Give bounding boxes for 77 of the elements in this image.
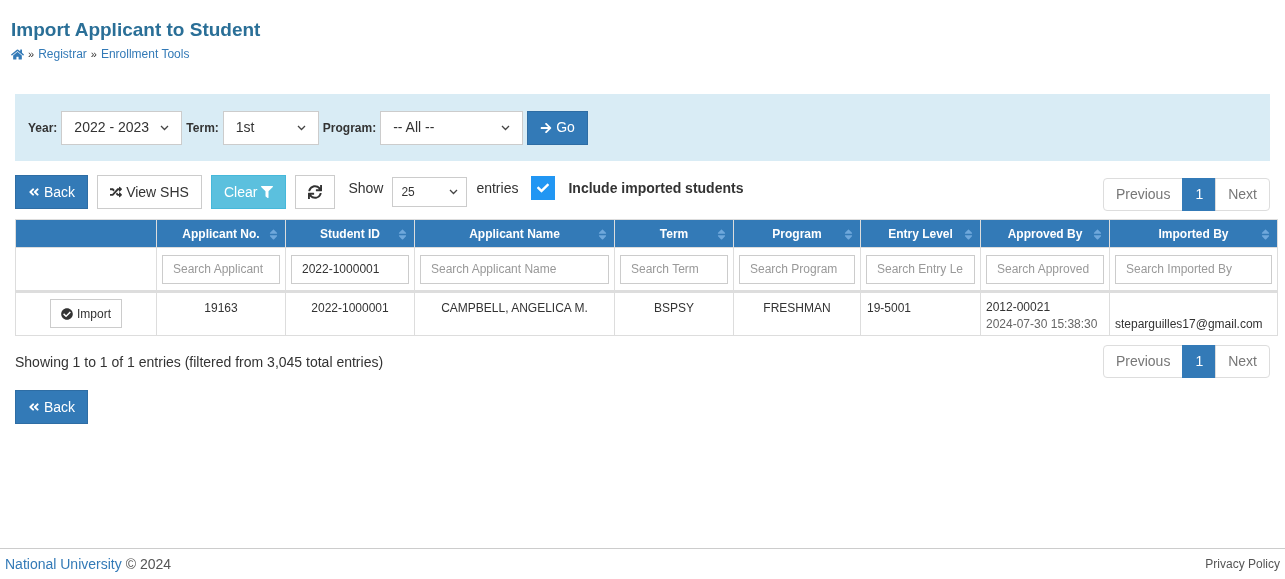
column-search-field[interactable]: 2022-1000001 <box>291 254 409 284</box>
filter-icon <box>261 186 274 198</box>
include-imported-checkbox[interactable] <box>531 176 556 200</box>
caret-icon <box>449 189 459 195</box>
copyright: © 2024 <box>125 554 172 574</box>
refresh-icon <box>308 185 323 199</box>
page-title: Import Applicant to Student <box>11 18 262 42</box>
filter-label: Term: <box>186 119 219 137</box>
filter-select[interactable]: 1st <box>222 110 319 145</box>
filter-select[interactable]: -- All -- <box>380 110 524 145</box>
pagination-button[interactable]: 1 <box>1182 178 1217 211</box>
entries-select[interactable]: 25 <box>392 177 468 207</box>
breadcrumb-separator: » <box>90 46 97 62</box>
check-icon <box>537 182 550 194</box>
table-cell: FRESHMAN <box>763 301 831 315</box>
column-search-field[interactable]: Search Entry Le <box>866 254 975 284</box>
double-left-icon <box>28 186 40 198</box>
home-icon[interactable] <box>11 47 24 61</box>
show-label: Show <box>348 178 384 198</box>
column-header[interactable]: Term <box>614 219 734 248</box>
sort-icon <box>597 228 608 241</box>
table-cell: 19163 <box>204 301 238 315</box>
column-header[interactable]: Student ID <box>285 219 415 248</box>
privacy-policy-link[interactable]: Privacy Policy <box>1205 555 1280 573</box>
column-search-field[interactable]: Search Applicant <box>162 254 280 284</box>
column-header[interactable]: Imported By <box>1109 219 1278 248</box>
sort-icon <box>397 228 408 241</box>
column-header[interactable]: Program <box>733 219 861 248</box>
column-header[interactable]: Entry Level <box>860 219 981 248</box>
organization-link[interactable]: National University <box>5 553 122 575</box>
table-cell: 2022-1000001 <box>311 301 389 315</box>
include-imported-label: Include imported students <box>568 178 744 198</box>
sort-icon <box>843 228 854 241</box>
sort-icon <box>1260 228 1271 241</box>
pagination-button[interactable]: 1 <box>1182 345 1217 378</box>
table-cell: BSPSY <box>654 301 694 315</box>
breadcrumb-link[interactable]: Registrar <box>38 45 87 63</box>
pagination-button[interactable]: Next <box>1215 345 1270 378</box>
shuffle-icon <box>110 186 123 198</box>
sort-icon <box>268 228 279 241</box>
pagination-button[interactable]: Next <box>1215 178 1270 211</box>
back-button[interactable]: Back <box>15 175 89 209</box>
sort-icon <box>716 228 727 241</box>
arrow-right-icon <box>540 121 553 134</box>
go-button[interactable]: Go <box>527 110 588 145</box>
breadcrumb-link[interactable]: Enrollment Tools <box>100 45 190 63</box>
pagination-button[interactable]: Previous <box>1102 178 1184 211</box>
filter-label: Program: <box>322 119 377 137</box>
table-cell: steparguilles17@gmail.com <box>1115 317 1263 331</box>
column-search-field[interactable]: Search Approved <box>986 254 1104 284</box>
back-button[interactable]: Back <box>15 390 89 424</box>
import-button[interactable]: Import <box>50 299 122 328</box>
breadcrumb-separator: » <box>28 46 35 62</box>
filter-label: Year: <box>28 119 58 137</box>
view-shs-button[interactable]: View SHS <box>97 175 202 209</box>
filter-select[interactable]: 2022 - 2023 <box>61 110 183 145</box>
column-search-field[interactable]: Search Imported By <box>1115 254 1272 284</box>
table-cell: CAMPBELL, ANGELICA M. <box>441 301 588 315</box>
caret-icon <box>501 124 511 131</box>
caret-icon <box>296 124 306 131</box>
column-header[interactable]: Applicant Name <box>414 219 615 248</box>
timestamp: 2024-07-30 15:38:30 <box>986 316 1099 333</box>
entries-label: entries <box>476 178 519 198</box>
refresh-button[interactable] <box>295 175 336 209</box>
column-header[interactable]: Applicant No. <box>156 219 286 248</box>
sort-icon <box>963 228 974 241</box>
table-cell-text: 2012-00021 <box>986 299 1052 316</box>
double-left-icon <box>28 401 40 413</box>
caret-icon <box>160 124 170 131</box>
sort-icon <box>1092 228 1103 241</box>
column-search-field[interactable]: Search Program <box>739 254 855 284</box>
column-header[interactable]: Approved By <box>980 219 1110 248</box>
table-cell: 19-5001 <box>867 301 912 315</box>
table-info: Showing 1 to 1 of 1 entries (filtered from 3,045 total entries) <box>15 353 384 372</box>
pagination-button[interactable]: Previous <box>1102 345 1184 378</box>
column-search-field[interactable]: Search Applicant Name <box>420 254 609 284</box>
column-search-field[interactable]: Search Term <box>620 254 728 284</box>
